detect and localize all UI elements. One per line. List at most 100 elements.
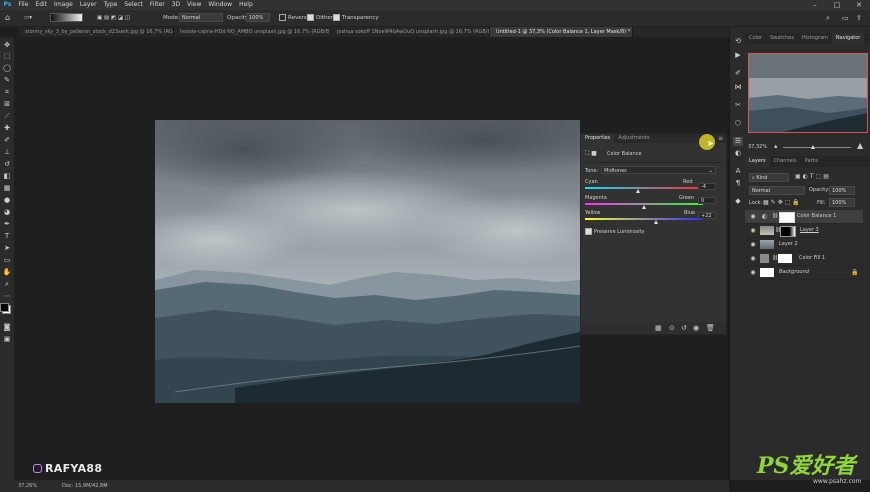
opacity-field[interactable]: 100% [246,13,270,22]
view-previous-icon[interactable]: ⊙ [669,324,675,332]
fill-color-thumbnail[interactable] [760,254,769,263]
path-selection-icon[interactable]: ➤ [2,244,12,252]
3d-icon[interactable]: ⬡ [733,119,743,128]
cyan-red-slider[interactable] [585,187,703,189]
layer-mask-thumbnail[interactable] [779,212,795,223]
rectangle-tool-icon[interactable]: ▭ [2,256,12,264]
menu-window[interactable]: Window [205,0,236,10]
blend-mode-select[interactable]: Normal [749,186,805,195]
brush-settings-icon[interactable]: ✐ [733,69,743,78]
share-icon[interactable]: ⇪ [856,13,862,23]
lasso-tool-icon[interactable]: ◯ [2,64,12,72]
minimize-button[interactable]: – [804,0,826,10]
zoom-tool-icon[interactable]: ⌕ [2,280,12,288]
menu-layer[interactable]: Layer [76,0,100,10]
tab-histogram[interactable]: Histogram [798,33,832,44]
menu-3d[interactable]: 3D [168,0,183,10]
menu-file[interactable]: File [15,0,32,10]
eye-icon[interactable]: ◉ [749,238,757,251]
gradient-types-icon[interactable]: ▣ ▤ ◩ ◪ ◫ [97,13,130,23]
more-tools-icon[interactable]: ⋯ [2,292,12,300]
gradient-picker[interactable] [50,13,83,22]
transparency-checkbox[interactable]: Transparency [333,13,379,23]
magenta-green-value[interactable]: 0 [698,197,716,204]
tab-channels[interactable]: Channels [770,156,801,167]
eye-icon[interactable]: ◉ [749,266,757,279]
cyan-red-value[interactable]: -4 [698,183,716,190]
reset-icon[interactable]: ↺ [681,324,687,332]
yellow-blue-thumb[interactable] [654,220,658,224]
workspace-icon[interactable]: ▭ [842,13,849,23]
tab-paths[interactable]: Paths [801,156,823,167]
tab-hoosie-cajina[interactable]: hoosie-cajina-HDd NQ_AMBQ unsplash.jpg @… [174,27,331,37]
status-arrow-icon[interactable]: › [104,480,106,492]
layer-row[interactable]: ◉ ◐ ⛓ Color Balance 1 [745,210,863,224]
hand-tool-icon[interactable]: ✋ [2,268,12,276]
quick-selection-icon[interactable]: ✎ [2,76,12,84]
artboard-tool-icon[interactable]: ⬚ [2,52,12,60]
brushes-icon[interactable]: ⋈ [733,83,743,92]
layer-thumbnail[interactable] [760,226,774,235]
screen-mode-icon[interactable]: ▣ [2,335,12,343]
magenta-green-thumb[interactable] [642,205,646,209]
mode-select[interactable]: Normal [179,13,223,22]
healing-brush-icon[interactable]: ✚ [2,124,12,132]
quick-mask-icon[interactable]: ◙ [2,323,12,331]
character-icon[interactable]: A [733,167,743,176]
clip-to-layer-icon[interactable]: ▦ [655,324,662,332]
glyphs-icon[interactable]: ◆ [733,197,743,206]
tab-color[interactable]: Color [745,33,766,44]
history-icon[interactable]: ⟲ [733,37,743,46]
status-zoom[interactable]: 37,26% [18,480,37,492]
layer-row[interactable]: ◉ ⛓ Layer 3 [745,224,863,238]
menu-filter[interactable]: Filter [146,0,168,10]
tone-select[interactable]: Midtones ⌄ [601,166,716,174]
panel-menu-icon[interactable]: ≡ [718,134,723,143]
adjustments-dock-icon[interactable]: ◐ [733,149,743,158]
layer-row[interactable]: ◉ ⛓ Color Fill 1 [745,252,863,266]
dodge-tool-icon[interactable]: ◕ [2,208,12,216]
tab-adjustments[interactable]: Adjustments [614,134,653,143]
yellow-blue-value[interactable]: +22 [698,212,716,219]
tab-properties[interactable]: Properties [581,134,615,143]
menu-select[interactable]: Select [121,0,147,10]
home-icon[interactable]: ⌂ [5,13,10,23]
tab-layers[interactable]: Layers [745,156,770,167]
layer-opacity-field[interactable]: 100% [829,186,855,195]
preserve-luminosity-checkbox[interactable]: Preserve Luminosity [585,228,645,235]
eye-icon[interactable]: ◉ [749,252,757,265]
brush-tool-icon[interactable]: ✐ [2,136,12,144]
tab-navigator[interactable]: Navigator [831,33,865,44]
layer-mask-thumbnail[interactable] [780,226,796,237]
reverse-checkbox[interactable]: Reverse [279,13,310,23]
blur-tool-icon[interactable]: ● [2,196,12,204]
zoom-slider-thumb[interactable] [811,145,815,149]
search-icon[interactable]: ⌕ [826,13,830,23]
menu-image[interactable]: Image [51,0,77,10]
tool-preset-icon[interactable]: ▭▾ [24,13,32,23]
paragraph-icon[interactable]: ¶ [733,179,743,188]
frame-tool-icon[interactable]: ⊠ [2,100,12,108]
zoom-slider[interactable] [783,147,851,148]
layer-thumbnail[interactable] [760,240,774,249]
tab-joshua-sokoff[interactable]: joshua sokoff 1NoeW4bAwOuQ unsplash.jpg … [331,27,490,37]
canvas-image[interactable] [155,120,580,403]
history-brush-icon[interactable]: ↺ [2,160,12,168]
delete-icon[interactable]: 🗑 [706,324,715,332]
layer-row[interactable]: ◉ Layer 2 [745,238,863,252]
tab-untitled-1[interactable]: Untitled-1 @ 37,3% (Color Balance 1, Lay… [490,27,633,37]
menu-type[interactable]: Type [100,0,121,10]
visibility-icon[interactable]: ◉ [693,324,699,332]
navigator-preview[interactable] [748,53,868,133]
type-tool-icon[interactable]: T [2,232,12,240]
properties-dock-icon[interactable]: ☰ [733,137,743,146]
layer-filter-icons[interactable]: ▣◐T⬚▤ [795,173,831,180]
actions-icon[interactable]: ▶ [733,51,743,60]
photoshop-logo-icon[interactable]: Ps [0,0,15,10]
yellow-blue-slider[interactable] [585,218,703,220]
zoom-out-icon[interactable]: ▴ [774,142,778,150]
layer-filter-kind[interactable]: ⌕ Kind [749,173,789,182]
tab-stormy-sky[interactable]: stormy_sky_3_by_pelleron_stock_d23serk.j… [19,27,174,37]
close-button[interactable]: ✕ [848,0,870,10]
eraser-icon[interactable]: ◧ [2,172,12,180]
